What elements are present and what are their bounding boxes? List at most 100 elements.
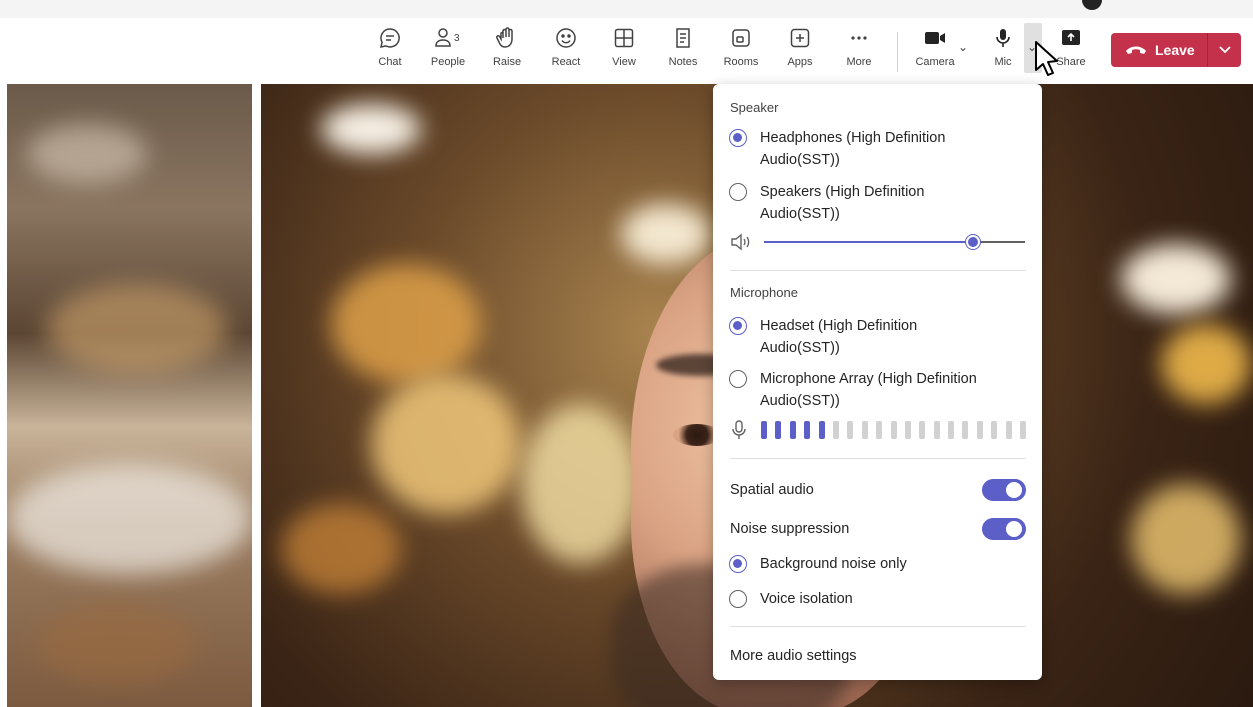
level-segment bbox=[933, 421, 940, 439]
microphone-option-label: Microphone Array (High Definition Audio(… bbox=[760, 368, 977, 412]
section-divider bbox=[730, 270, 1026, 271]
level-segment bbox=[775, 421, 782, 439]
leave-options-button[interactable] bbox=[1208, 33, 1241, 67]
noise-option-voice-isolation[interactable]: Voice isolation bbox=[729, 590, 853, 610]
chat-icon bbox=[379, 28, 400, 48]
microphone-option-headset[interactable]: Headset (High Definition Audio(SST)) bbox=[729, 317, 917, 359]
speaker-option-speakers[interactable]: Speakers (High Definition Audio(SST)) bbox=[729, 183, 924, 225]
chat-button[interactable]: Chat bbox=[363, 26, 417, 76]
level-segment bbox=[789, 421, 796, 439]
microphone-icon bbox=[996, 29, 1010, 47]
mic-button[interactable]: Mic bbox=[976, 26, 1030, 76]
camera-button[interactable]: Camera bbox=[908, 26, 962, 76]
audio-settings-panel: Speaker Headphones (High Definition Audi… bbox=[713, 84, 1042, 680]
noise-option-label: Background noise only bbox=[760, 556, 907, 572]
people-icon: 3 bbox=[435, 28, 460, 47]
radio-selected[interactable] bbox=[729, 555, 747, 573]
radio-unselected[interactable] bbox=[729, 370, 747, 388]
rooms-label: Rooms bbox=[723, 56, 759, 68]
speaker-option-label: Headphones (High Definition Audio(SST)) bbox=[760, 127, 945, 171]
more-dots-icon bbox=[851, 36, 867, 40]
grid-icon bbox=[614, 28, 634, 48]
level-segment bbox=[976, 421, 983, 439]
rooms-icon bbox=[732, 29, 750, 47]
raise-hand-icon bbox=[496, 27, 513, 48]
speaker-volume-slider[interactable] bbox=[764, 235, 1025, 249]
mouse-cursor-icon bbox=[1035, 41, 1058, 76]
speaker-option-headphones[interactable]: Headphones (High Definition Audio(SST)) bbox=[729, 129, 945, 171]
noise-suppression-label: Noise suppression bbox=[730, 521, 850, 537]
people-label: People bbox=[430, 56, 466, 68]
spatial-audio-label: Spatial audio bbox=[730, 482, 814, 498]
meeting-toolbar: Chat 3 People Raise React View Notes Roo… bbox=[0, 18, 1253, 82]
radio-unselected[interactable] bbox=[729, 183, 747, 201]
section-divider bbox=[730, 626, 1026, 627]
more-audio-settings-link[interactable]: More audio settings bbox=[730, 648, 857, 664]
raise-label: Raise bbox=[492, 56, 522, 68]
spatial-audio-toggle[interactable] bbox=[982, 479, 1026, 501]
level-segment bbox=[890, 421, 897, 439]
level-segment bbox=[876, 421, 883, 439]
radio-selected[interactable] bbox=[729, 317, 747, 335]
level-segment bbox=[1005, 421, 1012, 439]
more-button[interactable]: More bbox=[832, 26, 886, 76]
microphone-option-line1: Microphone Array (High Definition bbox=[760, 371, 977, 387]
camera-icon bbox=[925, 32, 945, 44]
apps-button[interactable]: Apps bbox=[773, 26, 827, 76]
smile-icon bbox=[556, 28, 576, 48]
microphone-level-icon bbox=[732, 420, 746, 439]
people-button[interactable]: 3 People bbox=[421, 26, 475, 76]
level-segment bbox=[804, 421, 811, 439]
microphone-option-array[interactable]: Microphone Array (High Definition Audio(… bbox=[729, 370, 977, 412]
speaker-option-line1: Speakers (High Definition bbox=[760, 184, 925, 200]
noise-suppression-toggle[interactable] bbox=[982, 518, 1026, 540]
microphone-section-title: Microphone bbox=[730, 285, 798, 300]
level-segment bbox=[818, 421, 825, 439]
noise-suppression-row: Noise suppression bbox=[730, 518, 1026, 542]
speaker-option-label: Speakers (High Definition Audio(SST)) bbox=[760, 181, 924, 225]
window-top-strip bbox=[0, 0, 1253, 18]
leave-label: Leave bbox=[1155, 42, 1195, 58]
hang-up-icon bbox=[1126, 46, 1146, 54]
noise-option-background[interactable]: Background noise only bbox=[729, 555, 907, 575]
share-label: Share bbox=[1056, 56, 1086, 68]
react-label: React bbox=[551, 56, 581, 68]
chevron-down-icon bbox=[1218, 46, 1231, 54]
microphone-option-line1: Headset (High Definition bbox=[760, 318, 918, 334]
radio-selected[interactable] bbox=[729, 129, 747, 147]
radio-unselected[interactable] bbox=[729, 590, 747, 608]
microphone-option-line2: Audio(SST)) bbox=[760, 393, 840, 409]
raise-hand-button[interactable]: Raise bbox=[480, 26, 534, 76]
microphone-option-line2: Audio(SST)) bbox=[760, 340, 840, 356]
rooms-button[interactable]: Rooms bbox=[714, 26, 768, 76]
level-segment bbox=[904, 421, 911, 439]
chat-label: Chat bbox=[378, 56, 402, 68]
notes-button[interactable]: Notes bbox=[656, 26, 710, 76]
more-label: More bbox=[846, 56, 872, 68]
leave-button[interactable]: Leave bbox=[1111, 33, 1207, 67]
speaker-option-line2: Audio(SST)) bbox=[760, 152, 840, 168]
microphone-level-meter bbox=[761, 421, 1034, 439]
participant-video-tile[interactable] bbox=[7, 84, 252, 707]
section-divider bbox=[730, 458, 1026, 459]
spatial-audio-row: Spatial audio bbox=[730, 479, 1026, 503]
volume-slider-thumb[interactable] bbox=[965, 235, 980, 249]
noise-option-label: Voice isolation bbox=[760, 591, 853, 607]
toolbar-separator bbox=[897, 32, 898, 72]
speaker-volume-icon bbox=[731, 233, 750, 251]
level-segment bbox=[832, 421, 839, 439]
leave-button-group: Leave bbox=[1111, 33, 1241, 67]
level-segment bbox=[861, 421, 868, 439]
notes-label: Notes bbox=[668, 56, 698, 68]
level-segment bbox=[991, 421, 998, 439]
level-segment bbox=[761, 421, 767, 439]
camera-options-chevron-icon[interactable]: ⌄ bbox=[958, 40, 968, 54]
view-button[interactable]: View bbox=[597, 26, 651, 76]
camera-label: Camera bbox=[915, 56, 955, 68]
react-button[interactable]: React bbox=[539, 26, 593, 76]
level-segment bbox=[847, 421, 854, 439]
microphone-option-label: Headset (High Definition Audio(SST)) bbox=[760, 315, 917, 359]
view-label: View bbox=[612, 56, 636, 68]
speaker-section-title: Speaker bbox=[730, 100, 779, 115]
volume-slider-fill bbox=[764, 241, 973, 243]
